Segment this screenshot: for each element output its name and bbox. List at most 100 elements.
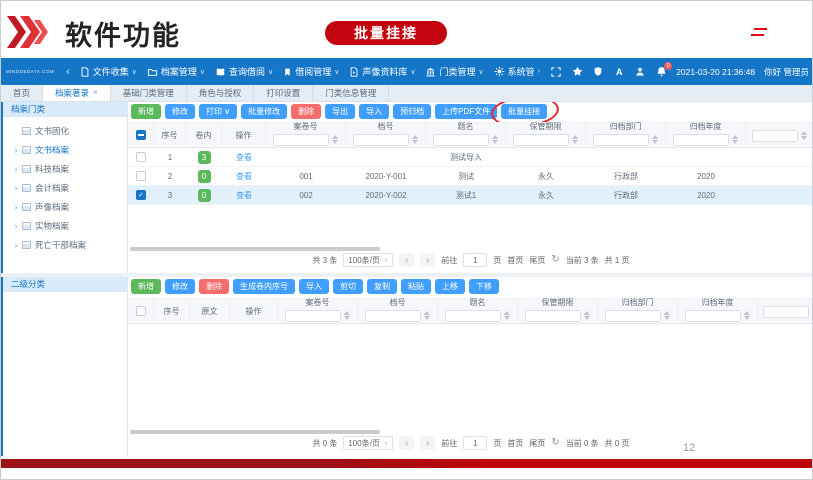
expand-arrow-icon[interactable]: › (11, 240, 21, 250)
horizontal-scrollbar[interactable] (130, 430, 380, 434)
add-button[interactable]: 新增 (131, 279, 161, 294)
cut-button[interactable]: 剪切 (333, 279, 363, 294)
refresh-icon[interactable]: ↻ (551, 255, 559, 265)
view-link[interactable]: 查看 (236, 152, 252, 163)
sort-icon[interactable] (584, 308, 590, 323)
goto-page-input[interactable] (463, 253, 487, 267)
last-page-button[interactable]: 尾页 (529, 438, 545, 449)
bell-icon[interactable]: 0 (655, 66, 667, 78)
view-link[interactable]: 查看 (236, 171, 252, 182)
row-checkbox[interactable] (136, 171, 146, 181)
select-all-checkbox[interactable] (136, 306, 146, 316)
first-page-button[interactable]: 首页 (507, 255, 523, 266)
paste-button[interactable]: 粘贴 (401, 279, 431, 294)
edit-button[interactable]: 修改 (165, 279, 195, 294)
table-row[interactable]: 2 0 查看 001 2020-Y-001 测试 永久 行政部 2020 (128, 167, 813, 186)
prev-page-button[interactable]: ‹ (399, 253, 414, 267)
prev-page-button[interactable]: ‹ (399, 436, 414, 450)
page-size-select[interactable]: 100条/页 ∨ (343, 253, 393, 267)
row-checkbox[interactable] (136, 152, 146, 162)
filter-input[interactable] (673, 134, 729, 146)
nav-item-borrow-manage[interactable]: 借阅管理 ∨ (283, 65, 339, 78)
import-button[interactable]: 导入 (359, 104, 389, 119)
sort-icon[interactable] (424, 308, 430, 323)
sort-icon[interactable] (664, 308, 670, 323)
delete-button[interactable]: 删除 (291, 104, 321, 119)
refresh-icon[interactable]: ↻ (551, 438, 559, 448)
batch-edit-button[interactable]: 批量修改 (241, 104, 287, 119)
filter-input[interactable] (513, 134, 569, 146)
fullscreen-icon[interactable] (550, 66, 562, 78)
tab-archive-catalog[interactable]: 档案著录 × (43, 85, 111, 101)
last-page-button[interactable]: 尾页 (529, 255, 545, 266)
filter-input[interactable] (285, 310, 341, 322)
import-button[interactable]: 导入 (299, 279, 329, 294)
tab-base-category[interactable]: 基础门类管理 (111, 85, 187, 101)
font-size-icon[interactable]: A (613, 66, 625, 78)
sort-icon[interactable] (504, 308, 510, 323)
tree-item-physical-archive[interactable]: › 实物档案 (3, 216, 127, 235)
next-page-button[interactable]: › (420, 253, 435, 267)
nav-item-media-library[interactable]: 声像资料库 ∨ (349, 65, 415, 78)
expand-arrow-icon[interactable]: › (11, 145, 21, 155)
select-all-checkbox[interactable] (136, 130, 146, 140)
sort-icon[interactable] (412, 132, 418, 147)
sidebar-collapse-icon[interactable]: ‹ (66, 66, 70, 78)
tree-item-tech-archive[interactable]: › 科技档案 (3, 159, 127, 178)
shield-icon[interactable] (592, 66, 604, 78)
sort-icon[interactable] (801, 128, 807, 143)
row-checkbox[interactable] (136, 190, 146, 200)
star-icon[interactable] (571, 66, 583, 78)
sort-icon[interactable] (744, 308, 750, 323)
expand-arrow-icon[interactable]: › (11, 221, 21, 231)
filter-input[interactable] (365, 310, 421, 322)
filter-input[interactable] (525, 310, 581, 322)
sort-icon[interactable] (732, 132, 738, 147)
filter-input[interactable] (445, 310, 501, 322)
nav-item-query-borrow[interactable]: 查询借阅 ∨ (215, 65, 273, 78)
volume-count-badge[interactable]: 0 (198, 189, 211, 202)
page-size-select[interactable]: 100条/页 ∨ (343, 436, 393, 450)
goto-page-input[interactable] (463, 436, 487, 450)
first-page-button[interactable]: 首页 (507, 438, 523, 449)
sort-icon[interactable] (344, 308, 350, 323)
table-row[interactable]: 1 3 查看 测试导入 (128, 148, 813, 167)
sort-icon[interactable] (492, 132, 498, 147)
expand-arrow-icon[interactable]: › (11, 164, 21, 174)
volume-count-badge[interactable]: 3 (198, 151, 211, 164)
user-icon[interactable] (634, 66, 646, 78)
edit-button[interactable]: 修改 (165, 104, 195, 119)
delete-button[interactable]: 删除 (199, 279, 229, 294)
filter-input[interactable] (763, 306, 809, 318)
filter-input[interactable] (752, 130, 798, 142)
filter-input[interactable] (353, 134, 409, 146)
filter-input[interactable] (593, 134, 649, 146)
pre-archive-button[interactable]: 预归档 (393, 104, 431, 119)
copy-button[interactable]: 复制 (367, 279, 397, 294)
add-button[interactable]: 新增 (131, 104, 161, 119)
tab-home[interactable]: 首页 (1, 85, 43, 101)
move-down-button[interactable]: 下移 (469, 279, 499, 294)
filter-input[interactable] (433, 134, 489, 146)
export-button[interactable]: 导出 (325, 104, 355, 119)
expand-arrow-icon[interactable]: › (11, 183, 21, 193)
tree-item-media-archive[interactable]: › 声像档案 (3, 197, 127, 216)
filter-input[interactable] (273, 134, 329, 146)
tab-roles[interactable]: 角色与授权 (187, 85, 255, 101)
generate-seq-button[interactable]: 生成卷内序号 (233, 279, 295, 294)
sort-icon[interactable] (572, 132, 578, 147)
tab-category-info[interactable]: 门类信息管理 (313, 85, 389, 101)
table-row[interactable]: 3 0 查看 002 2020-Y-002 测试1 永久 行政部 2020 (128, 186, 813, 205)
print-button[interactable]: 打印 ∨ (199, 104, 237, 119)
volume-count-badge[interactable]: 0 (198, 170, 211, 183)
filter-input[interactable] (605, 310, 661, 322)
tree-item-document-archive[interactable]: › 文书档案 (3, 140, 127, 159)
move-up-button[interactable]: 上移 (435, 279, 465, 294)
batch-link-button[interactable]: 批量挂接 (501, 104, 547, 119)
horizontal-scrollbar[interactable] (130, 247, 380, 251)
expand-arrow-icon[interactable]: › (11, 202, 21, 212)
tree-item-doc-solidify[interactable]: 文书固化 (3, 121, 127, 140)
sort-icon[interactable] (652, 132, 658, 147)
upload-pdf-button[interactable]: 上传PDF文件 (435, 104, 497, 119)
next-page-button[interactable]: › (420, 436, 435, 450)
